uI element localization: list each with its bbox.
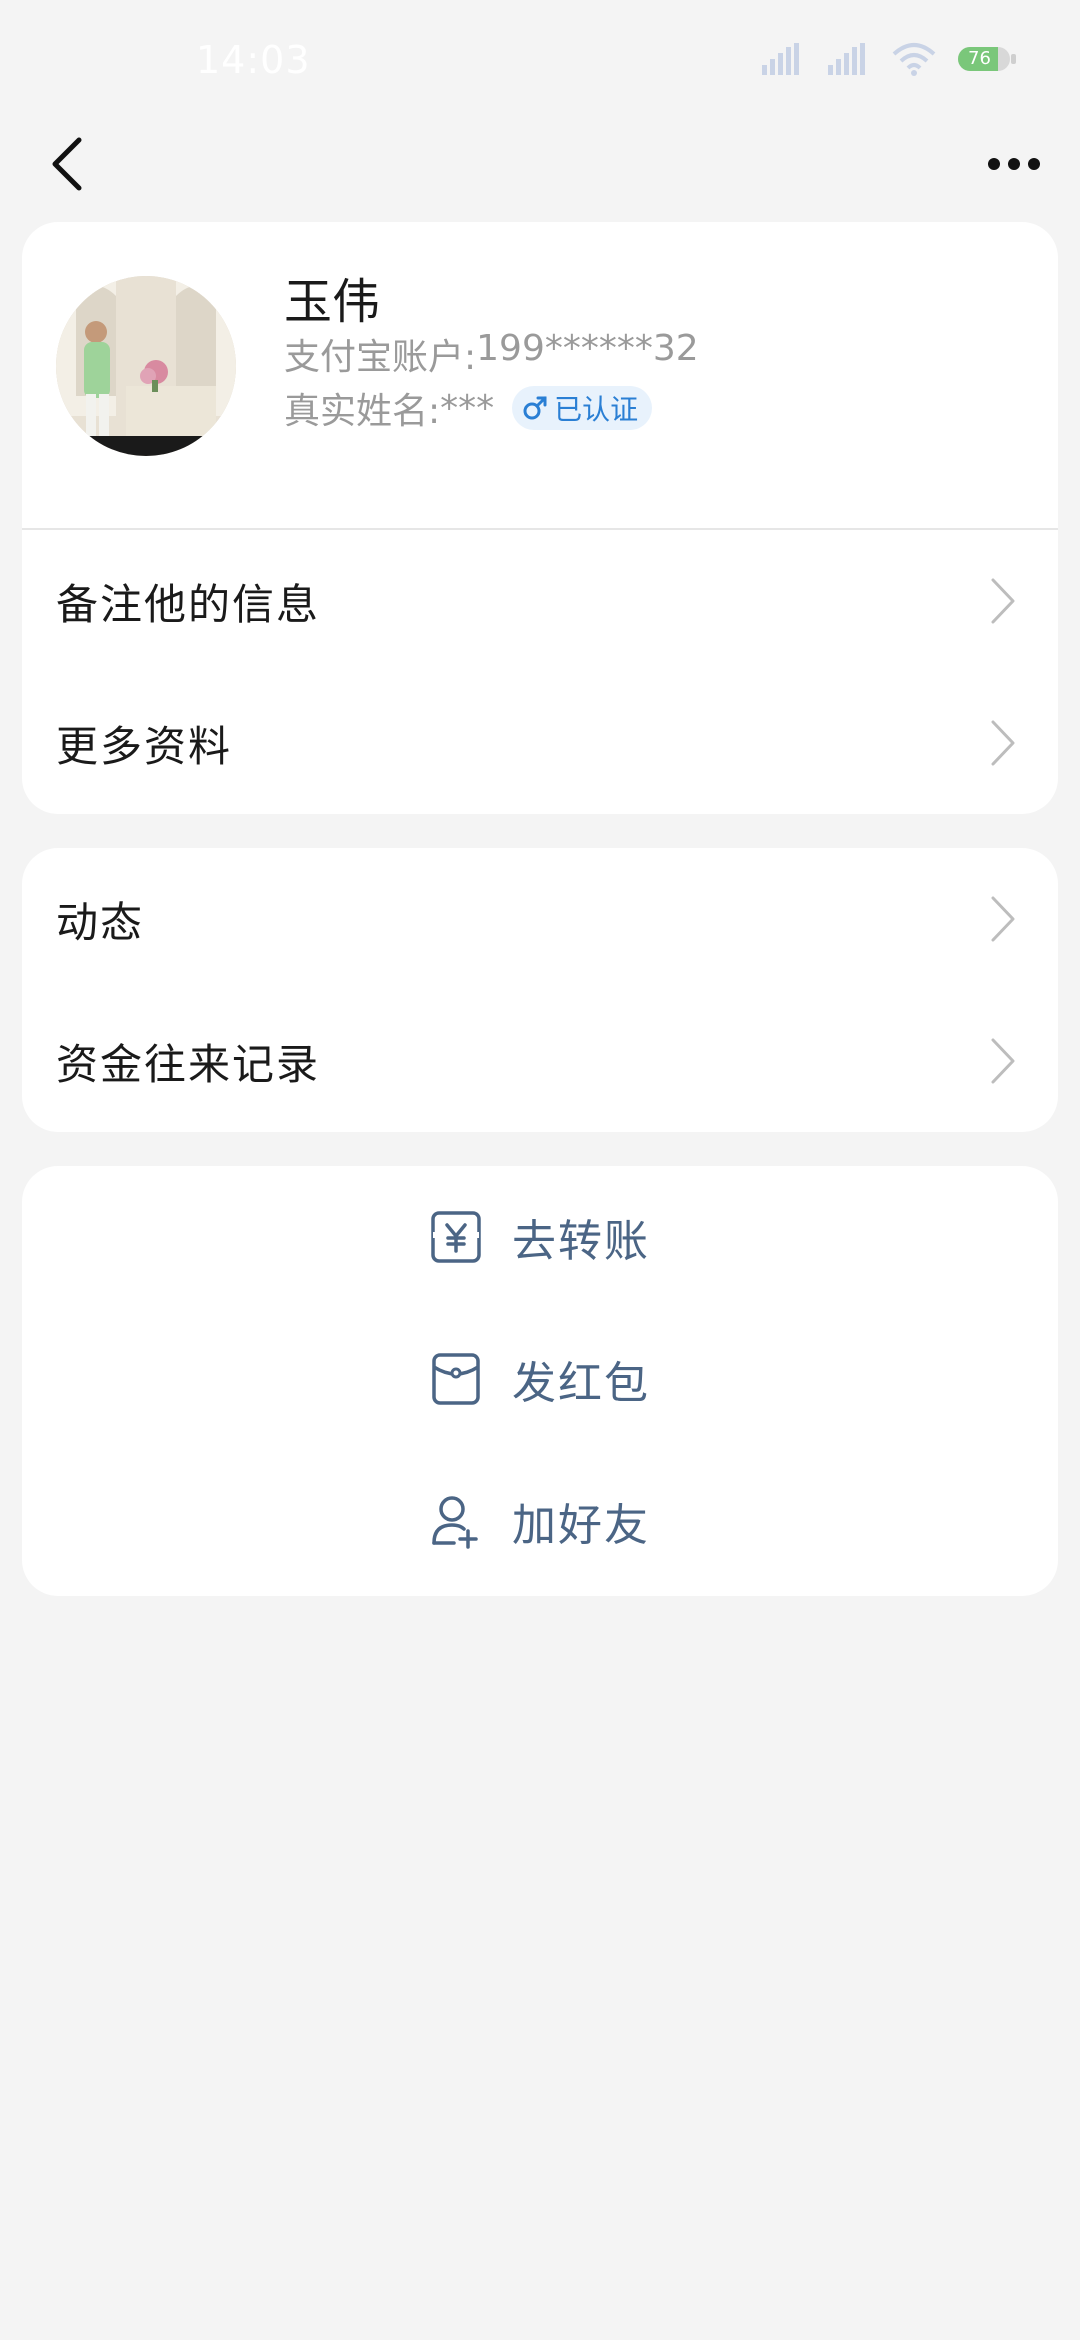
avatar[interactable]: [56, 276, 236, 456]
transfer-label: 去转账: [512, 1216, 650, 1267]
red-packet-label: 发红包: [512, 1358, 650, 1409]
real-name-value: ***: [440, 387, 495, 429]
male-icon: [523, 396, 547, 420]
chevron-right-icon: [991, 720, 1015, 766]
more-button[interactable]: [974, 134, 1054, 194]
chevron-left-icon: [52, 137, 82, 191]
signal-icon: [762, 43, 799, 75]
chevron-right-icon: [991, 896, 1015, 942]
status-bar: 14:03 76: [0, 0, 1080, 120]
list-item-label: 更多资料: [56, 721, 233, 771]
status-icons: 76: [760, 42, 1016, 76]
wifi-icon: [892, 43, 936, 76]
alipay-account-label: 支付宝账户:: [284, 337, 477, 378]
actions-card: 去转账 发红包 加好友: [22, 1166, 1058, 1596]
profile-card: 玉伟 支付宝账户: 199******32 真实姓名: *** 已认证 备注他的信息…: [22, 222, 1058, 814]
transfer-button[interactable]: 去转账: [22, 1166, 1058, 1308]
chevron-right-icon: [991, 578, 1015, 624]
red-packet-icon: [432, 1353, 480, 1405]
status-time: 14:03: [196, 38, 311, 82]
list-item-more-info[interactable]: 更多资料: [22, 672, 1058, 814]
add-friend-icon: [432, 1496, 478, 1549]
list-item-label: 动态: [56, 897, 145, 947]
battery-icon: 76: [958, 47, 1016, 71]
alipay-account: 支付宝账户: 199******32: [284, 328, 699, 380]
list-item-label: 资金往来记录: [56, 1039, 321, 1089]
list-item-fund-records[interactable]: 资金往来记录: [22, 990, 1058, 1132]
real-name-label: 真实姓名:: [284, 391, 441, 432]
activity-card: 动态 资金往来记录: [22, 848, 1058, 1132]
alipay-account-value: 199******32: [476, 328, 699, 369]
send-red-packet-button[interactable]: 发红包: [22, 1308, 1058, 1450]
battery-level: 76: [968, 48, 991, 69]
more-horizontal-icon: [988, 158, 1040, 170]
real-name: 真实姓名: *** 已认证: [284, 382, 653, 434]
list-item-remark-info[interactable]: 备注他的信息: [22, 530, 1058, 672]
add-friend-button[interactable]: 加好友: [22, 1450, 1058, 1592]
profile-name: 玉伟: [284, 274, 381, 330]
add-friend-label: 加好友: [512, 1500, 650, 1551]
signal-icon: [828, 43, 865, 75]
chevron-right-icon: [991, 1038, 1015, 1084]
avatar-image: [56, 276, 236, 456]
verified-label: 已认证: [554, 393, 639, 426]
verified-badge: 已认证: [512, 386, 653, 430]
transfer-yuan-icon: [431, 1211, 481, 1263]
profile-header: 玉伟 支付宝账户: 199******32 真实姓名: *** 已认证: [22, 222, 1058, 530]
header: [0, 120, 1080, 220]
list-item-label: 备注他的信息: [56, 579, 321, 629]
back-button[interactable]: [36, 124, 96, 204]
list-item-moments[interactable]: 动态: [22, 848, 1058, 990]
